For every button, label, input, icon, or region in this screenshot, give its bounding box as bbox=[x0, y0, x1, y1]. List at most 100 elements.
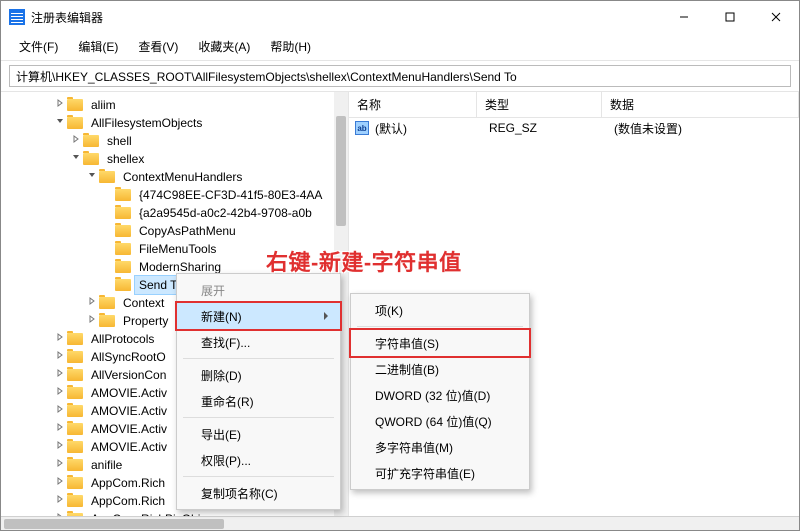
tree-node-label: AMOVIE.Activ bbox=[87, 438, 171, 456]
window-controls bbox=[661, 1, 799, 33]
annotation-text: 右键-新建-字符串值 bbox=[266, 245, 462, 277]
header-name[interactable]: 名称 bbox=[349, 92, 477, 117]
folder-icon bbox=[83, 153, 99, 165]
menu-file[interactable]: 文件(F) bbox=[9, 34, 68, 59]
folder-icon bbox=[99, 315, 115, 327]
tree-node-label: shellex bbox=[103, 150, 148, 168]
cm-delete[interactable]: 删除(D) bbox=[177, 362, 340, 388]
horizontal-scrollbar[interactable] bbox=[1, 516, 799, 530]
tree-node-label: CopyAsPathMenu bbox=[135, 222, 240, 240]
value-type: REG_SZ bbox=[481, 121, 606, 135]
tree-node[interactable]: shellex bbox=[5, 150, 348, 168]
cm-separator bbox=[183, 417, 334, 418]
cm-separator bbox=[183, 358, 334, 359]
tree-node[interactable]: {a2a9545d-a0c2-42b4-9708-a0b bbox=[5, 204, 348, 222]
tree-node[interactable]: {474C98EE-CF3D-41f5-80E3-4AA bbox=[5, 186, 348, 204]
tree-node-label: ContextMenuHandlers bbox=[119, 168, 246, 186]
cm-new-qword[interactable]: QWORD (64 位)值(Q) bbox=[351, 408, 529, 434]
tree-node-label: {474C98EE-CF3D-41f5-80E3-4AA bbox=[135, 186, 326, 204]
chevron-right-icon[interactable] bbox=[69, 132, 83, 150]
chevron-down-icon[interactable] bbox=[85, 168, 99, 186]
chevron-right-icon[interactable] bbox=[53, 348, 67, 366]
cm-new-expandstring[interactable]: 可扩充字符串值(E) bbox=[351, 460, 529, 486]
tree-node[interactable]: CopyAsPathMenu bbox=[5, 222, 348, 240]
tree-node[interactable]: ContextMenuHandlers bbox=[5, 168, 348, 186]
menu-favorites[interactable]: 收藏夹(A) bbox=[188, 34, 260, 59]
tree-node-label: FileMenuTools bbox=[135, 240, 220, 258]
cm-expand[interactable]: 展开 bbox=[177, 277, 340, 303]
chevron-right-icon[interactable] bbox=[53, 456, 67, 474]
maximize-button[interactable] bbox=[707, 1, 753, 33]
chevron-right-icon[interactable] bbox=[53, 474, 67, 492]
app-icon bbox=[9, 9, 25, 25]
tree-node-label: AllProtocols bbox=[87, 330, 158, 348]
menu-edit[interactable]: 编辑(E) bbox=[68, 34, 128, 59]
folder-icon bbox=[67, 423, 83, 435]
chevron-right-icon[interactable] bbox=[85, 312, 99, 330]
tree-node[interactable]: shell bbox=[5, 132, 348, 150]
folder-icon bbox=[115, 207, 131, 219]
folder-icon bbox=[67, 441, 83, 453]
chevron-right-icon[interactable] bbox=[53, 420, 67, 438]
chevron-right-icon[interactable] bbox=[53, 366, 67, 384]
chevron-right-icon[interactable] bbox=[53, 384, 67, 402]
context-menu-new: 项(K) 字符串值(S) 二进制值(B) DWORD (32 位)值(D) QW… bbox=[350, 293, 530, 490]
folder-icon bbox=[67, 477, 83, 489]
cm-new-key[interactable]: 项(K) bbox=[351, 297, 529, 323]
cm-export[interactable]: 导出(E) bbox=[177, 421, 340, 447]
tree-node-label: AMOVIE.Activ bbox=[87, 420, 171, 438]
folder-icon bbox=[67, 459, 83, 471]
menu-view[interactable]: 查看(V) bbox=[128, 34, 188, 59]
tree-node-label: AppCom.Rich bbox=[87, 474, 169, 492]
folder-icon bbox=[67, 369, 83, 381]
folder-icon bbox=[83, 135, 99, 147]
value-name: (默认) bbox=[373, 120, 481, 137]
folder-icon bbox=[67, 405, 83, 417]
folder-icon bbox=[115, 261, 131, 273]
tree-node-label: Context bbox=[119, 294, 168, 312]
cm-find[interactable]: 查找(F)... bbox=[177, 329, 340, 355]
tree-node-label: AMOVIE.Activ bbox=[87, 402, 171, 420]
menu-help[interactable]: 帮助(H) bbox=[260, 34, 321, 59]
cm-permissions[interactable]: 权限(P)... bbox=[177, 447, 340, 473]
close-button[interactable] bbox=[753, 1, 799, 33]
tree-node[interactable]: AllFilesystemObjects bbox=[5, 114, 348, 132]
cm-new[interactable]: 新建(N) bbox=[177, 303, 340, 329]
header-type[interactable]: 类型 bbox=[477, 92, 602, 117]
address-input[interactable] bbox=[9, 65, 791, 87]
header-data[interactable]: 数据 bbox=[602, 92, 799, 117]
folder-icon bbox=[67, 351, 83, 363]
cm-rename[interactable]: 重命名(R) bbox=[177, 388, 340, 414]
chevron-down-icon[interactable] bbox=[53, 114, 67, 132]
value-data: (数值未设置) bbox=[606, 120, 799, 137]
chevron-right-icon[interactable] bbox=[53, 330, 67, 348]
chevron-down-icon[interactable] bbox=[69, 150, 83, 168]
menubar: 文件(F) 编辑(E) 查看(V) 收藏夹(A) 帮助(H) bbox=[1, 33, 799, 61]
folder-icon bbox=[67, 117, 83, 129]
tree-node-label: AllSyncRootO bbox=[87, 348, 170, 366]
cm-new-multistring[interactable]: 多字符串值(M) bbox=[351, 434, 529, 460]
chevron-right-icon[interactable] bbox=[53, 492, 67, 510]
tree-node-label: aliim bbox=[87, 96, 120, 114]
folder-icon bbox=[115, 225, 131, 237]
titlebar: 注册表编辑器 bbox=[1, 1, 799, 33]
chevron-right-icon[interactable] bbox=[85, 294, 99, 312]
chevron-right-icon[interactable] bbox=[53, 96, 67, 114]
cm-new-string[interactable]: 字符串值(S) bbox=[351, 330, 529, 356]
tree-node-label: AppCom.Rich bbox=[87, 492, 169, 510]
chevron-right-icon[interactable] bbox=[53, 402, 67, 420]
cm-new-dword[interactable]: DWORD (32 位)值(D) bbox=[351, 382, 529, 408]
folder-icon bbox=[115, 279, 131, 291]
value-row[interactable]: ab (默认) REG_SZ (数值未设置) bbox=[349, 118, 799, 138]
tree-node[interactable]: aliim bbox=[5, 96, 348, 114]
address-bar bbox=[1, 61, 799, 92]
chevron-right-icon[interactable] bbox=[53, 438, 67, 456]
cm-copy-key-name[interactable]: 复制项名称(C) bbox=[177, 480, 340, 506]
string-value-icon: ab bbox=[355, 121, 369, 135]
cm-separator bbox=[357, 326, 523, 327]
cm-new-binary[interactable]: 二进制值(B) bbox=[351, 356, 529, 382]
minimize-button[interactable] bbox=[661, 1, 707, 33]
window-title: 注册表编辑器 bbox=[31, 9, 103, 26]
folder-icon bbox=[99, 297, 115, 309]
context-menu-main: 展开 新建(N) 查找(F)... 删除(D) 重命名(R) 导出(E) 权限(… bbox=[176, 273, 341, 510]
